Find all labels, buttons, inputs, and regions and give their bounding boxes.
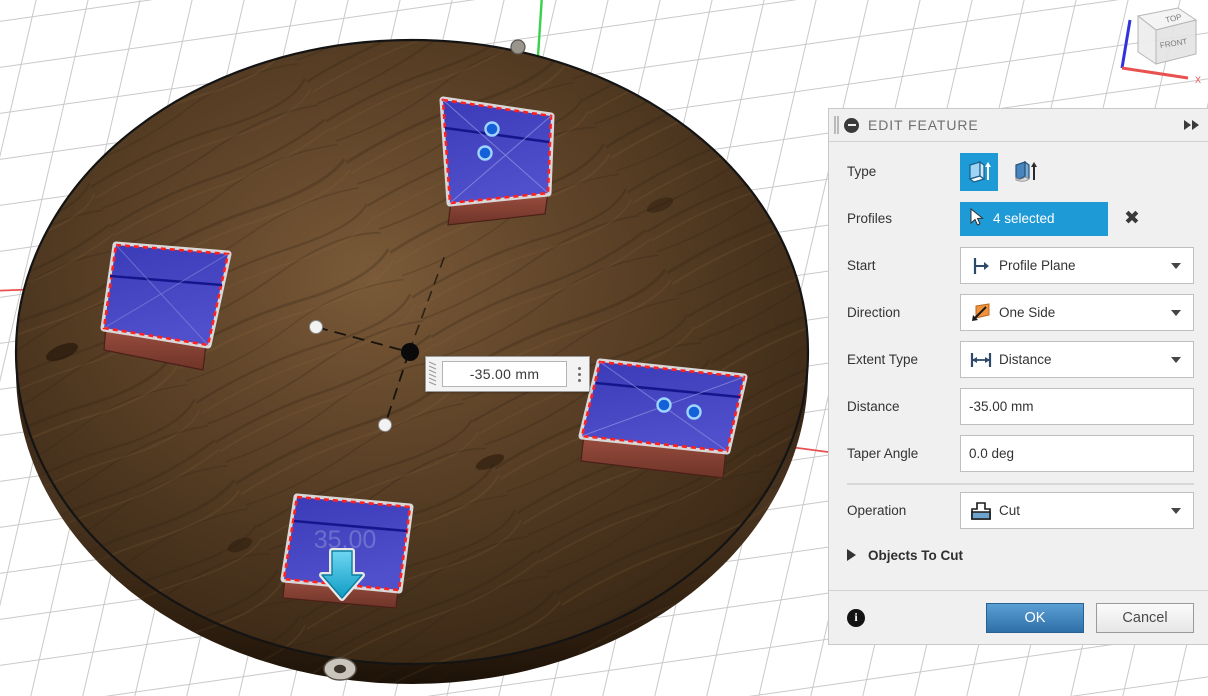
row-operation: Operation Cut: [847, 487, 1194, 534]
palette-drag-handle[interactable]: [833, 115, 841, 135]
selected-profile-block-1[interactable]: [439, 96, 555, 226]
label-operation: Operation: [847, 503, 907, 518]
construction-point-3: [510, 39, 526, 55]
profile-plane-icon: [969, 257, 993, 275]
palette-footer: i OK Cancel: [829, 590, 1208, 644]
row-profiles: Profiles 4 selected ✖: [847, 195, 1194, 242]
row-extent-type: Extent Type Distance: [847, 336, 1194, 383]
chevron-down-icon[interactable]: [1171, 309, 1181, 316]
construction-point-2: [378, 418, 392, 432]
chevron-down-icon[interactable]: [1171, 507, 1181, 514]
palette-title: EDIT FEATURE: [868, 117, 979, 133]
direction-dropdown[interactable]: One Side: [960, 294, 1194, 331]
extent-type-value: Distance: [999, 352, 1052, 367]
label-taper-angle: Taper Angle: [847, 446, 919, 461]
cancel-button[interactable]: Cancel: [1096, 602, 1194, 633]
operation-value: Cut: [999, 503, 1021, 518]
construction-point-1: [309, 320, 323, 334]
minus-circle-icon[interactable]: [844, 117, 859, 133]
dimension-input-overlay[interactable]: -35.00 mm: [425, 356, 590, 392]
cursor-arrow-icon: [970, 207, 985, 229]
label-type: Type: [847, 164, 877, 179]
double-chevron-right-icon[interactable]: [1182, 115, 1202, 135]
label-start: Start: [847, 258, 876, 273]
surface-extrude-icon[interactable]: [1006, 153, 1044, 191]
edit-feature-palette[interactable]: EDIT FEATURE Type Profiles 4 selected ✖ …: [828, 108, 1208, 645]
ok-button[interactable]: OK: [986, 602, 1084, 633]
dimension-value-input[interactable]: -35.00 mm: [442, 361, 567, 387]
profiles-selected-count: 4 selected: [993, 211, 1055, 226]
selected-profile-block-3[interactable]: [578, 358, 748, 479]
chevron-down-icon[interactable]: [1171, 262, 1181, 269]
palette-body: Type Profiles 4 selected ✖ Start Profile…: [829, 142, 1208, 590]
objects-to-cut-label: Objects To Cut: [868, 547, 964, 563]
one-side-icon: [969, 302, 993, 323]
row-taper-angle: Taper Angle 0.0 deg: [847, 430, 1194, 477]
taper-angle-input[interactable]: 0.0 deg: [960, 435, 1194, 472]
profile-extrude-icon[interactable]: [960, 152, 998, 191]
row-direction: Direction One Side: [847, 289, 1194, 336]
label-direction: Direction: [847, 305, 901, 320]
palette-header[interactable]: EDIT FEATURE: [829, 109, 1208, 142]
operation-dropdown[interactable]: Cut: [960, 492, 1194, 529]
direction-value: One Side: [999, 305, 1056, 320]
triangle-right-icon[interactable]: [847, 549, 856, 561]
label-profiles: Profiles: [847, 211, 893, 226]
section-divider: [847, 483, 1194, 485]
start-value: Profile Plane: [999, 258, 1076, 273]
label-distance: Distance: [847, 399, 900, 414]
fusion360-window: 35.00 -35.00 mm TOP FRONT X EDIT FEATURE…: [0, 0, 1208, 696]
distance-input[interactable]: -35.00 mm: [960, 388, 1194, 425]
chevron-down-icon[interactable]: [1171, 356, 1181, 363]
row-distance: Distance -35.00 mm: [847, 383, 1194, 430]
cut-operation-icon: [969, 501, 993, 521]
distance-icon: [969, 351, 993, 369]
svg-text:X: X: [1195, 75, 1201, 85]
row-start: Start Profile Plane: [847, 242, 1194, 289]
start-dropdown[interactable]: Profile Plane: [960, 247, 1194, 284]
kebab-menu-icon[interactable]: [569, 357, 589, 391]
objects-to-cut-group[interactable]: Objects To Cut: [847, 534, 1194, 576]
origin-point: [401, 343, 419, 361]
view-cube[interactable]: TOP FRONT X: [1100, 2, 1204, 94]
extent-type-dropdown[interactable]: Distance: [960, 341, 1194, 378]
label-extent-type: Extent Type: [847, 352, 919, 367]
profiles-select-button[interactable]: 4 selected: [960, 201, 1108, 236]
row-type: Type: [847, 148, 1194, 195]
rim-fastener-hole: [323, 657, 357, 681]
info-icon[interactable]: i: [847, 608, 865, 627]
close-x-icon[interactable]: ✖: [1124, 209, 1140, 228]
drag-grip-icon[interactable]: [426, 357, 440, 391]
